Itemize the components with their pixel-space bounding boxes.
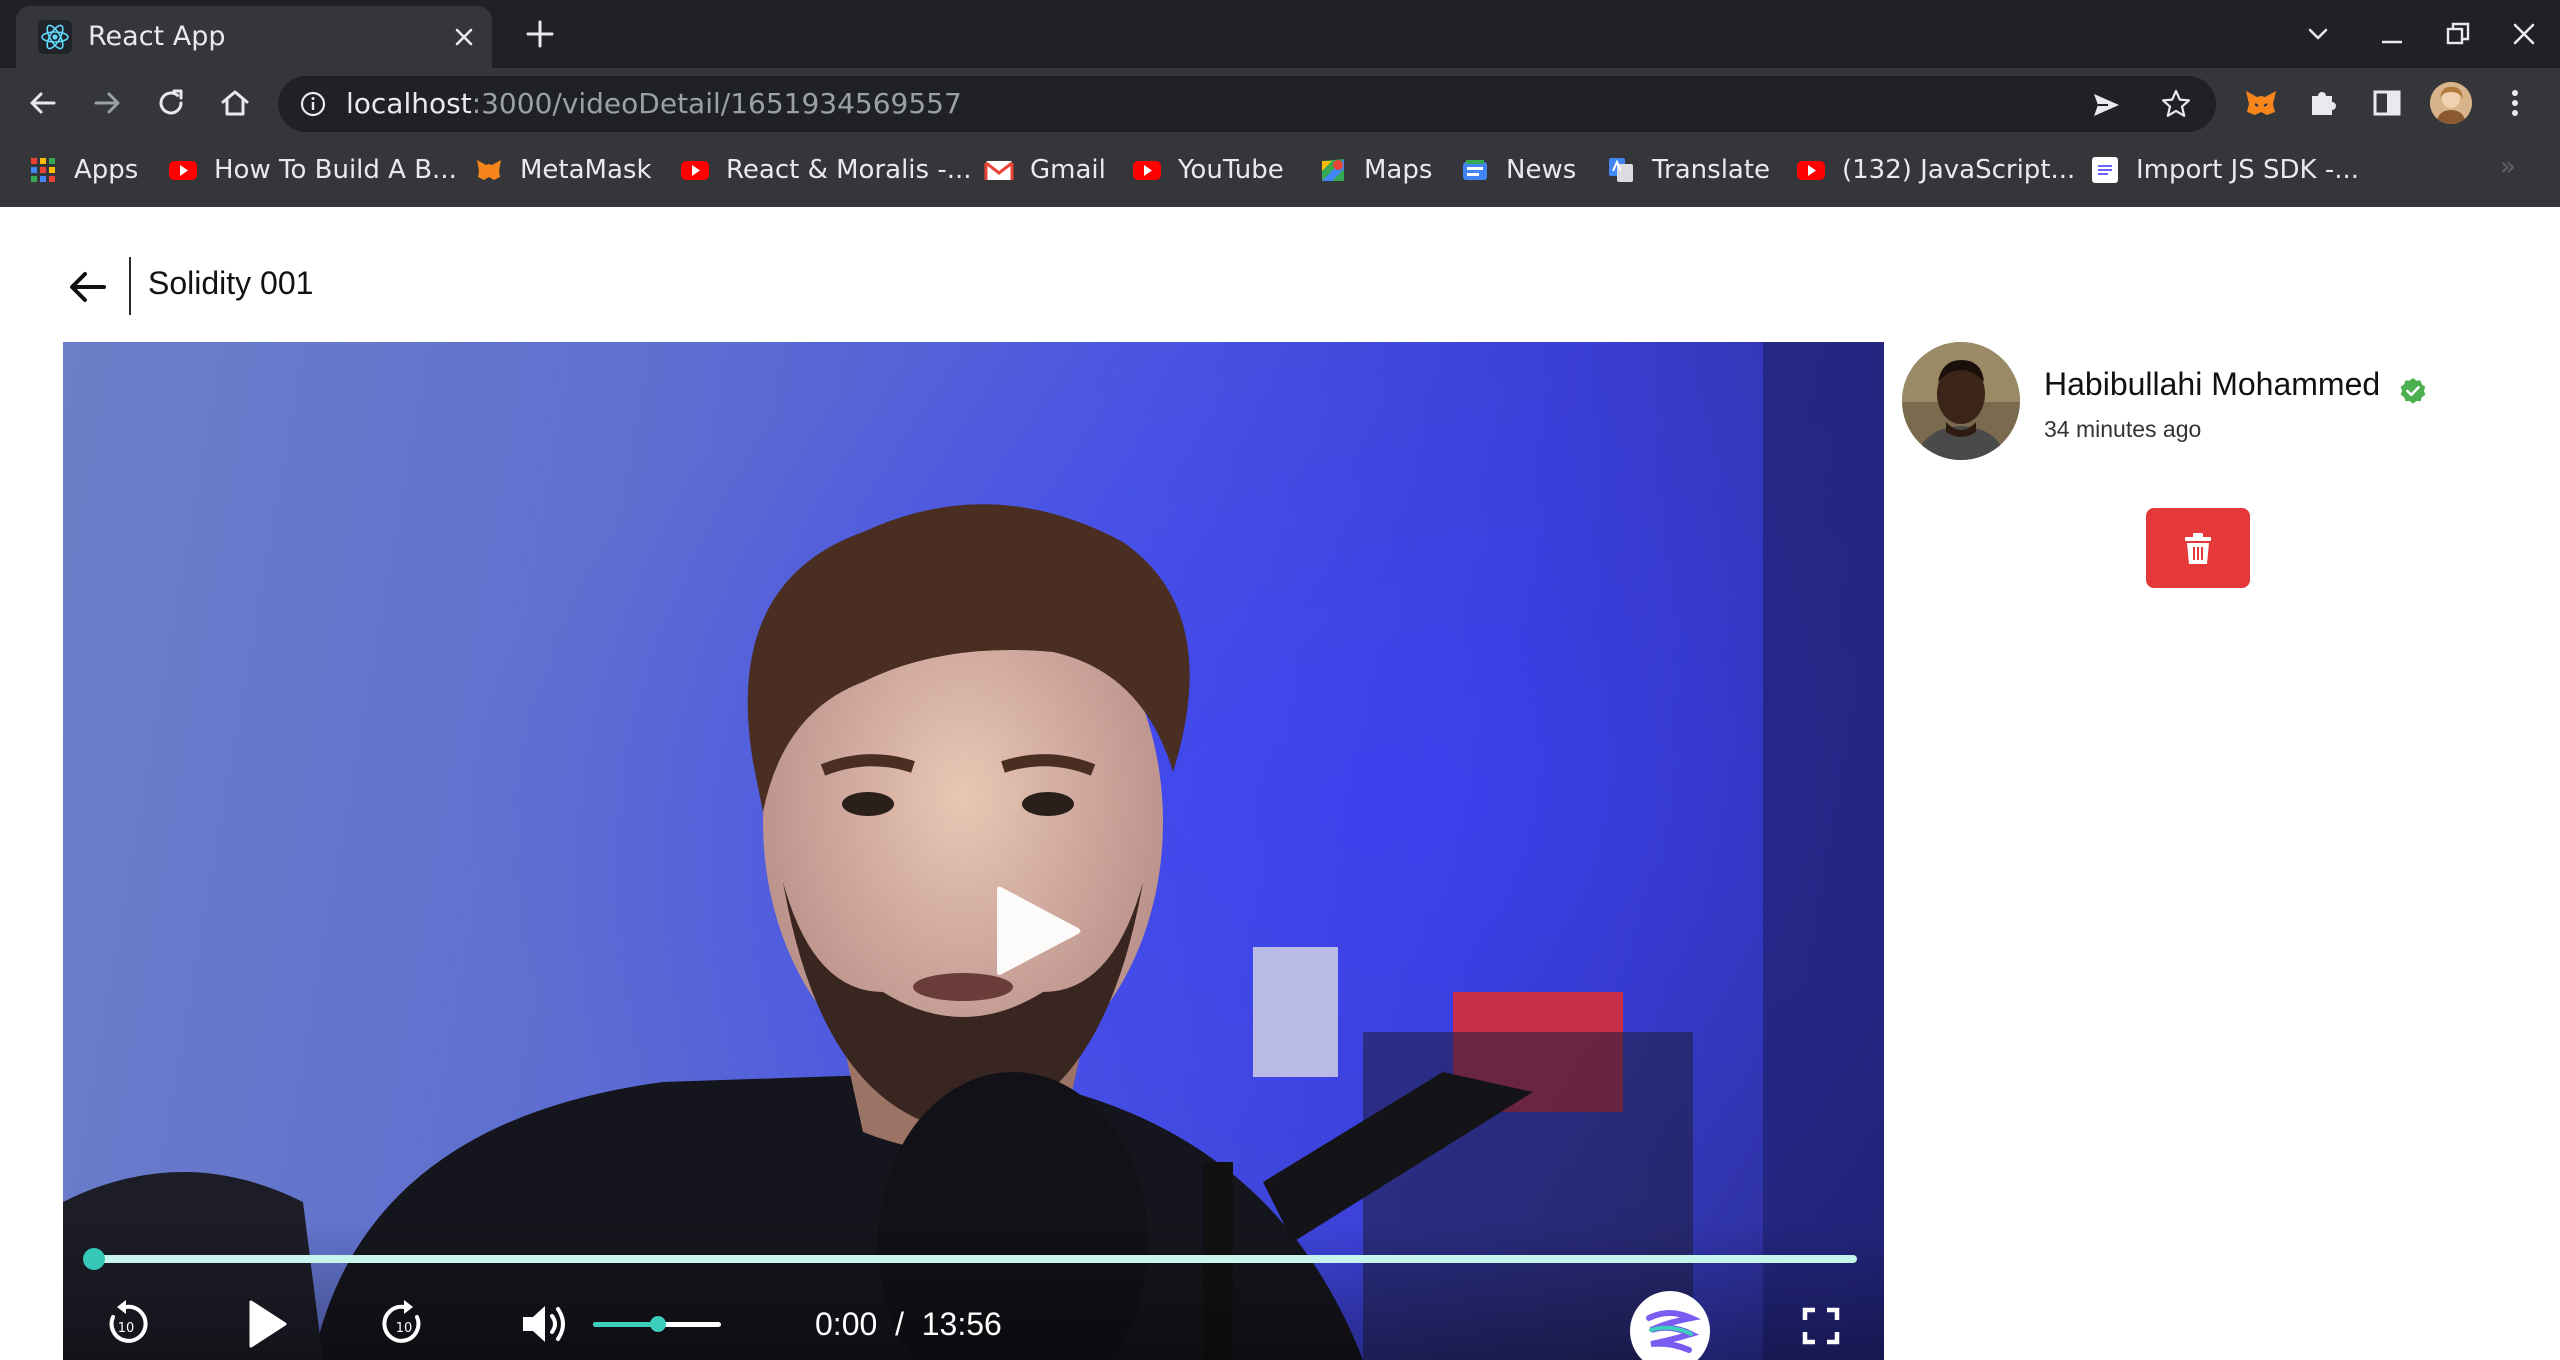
bookmark-label: Translate (1652, 155, 1771, 185)
video-player[interactable]: 10 10 0:00 / 13:56 (63, 342, 1884, 1360)
side-panel-icon[interactable] (2366, 82, 2408, 124)
bookmark-metamask[interactable]: MetaMask (474, 148, 652, 192)
profile-avatar-icon[interactable] (2430, 82, 2472, 124)
channel-sidebar: Habibullahi Mohammed 34 minutes ago (1902, 342, 2502, 642)
url-path: :3000/videoDetail/1651934569557 (471, 87, 962, 120)
bookmark-javascript[interactable]: (132) JavaScript... (1796, 148, 2075, 192)
bookmark-star-icon[interactable] (2160, 88, 2192, 120)
fullscreen-icon[interactable] (1799, 1304, 1843, 1348)
site-info-icon[interactable] (298, 89, 328, 119)
minimize-icon[interactable] (2372, 14, 2412, 54)
bookmark-apps[interactable]: Apps (28, 148, 138, 192)
gmail-icon (984, 161, 1014, 180)
extensions-puzzle-icon[interactable] (2302, 82, 2344, 124)
youtube-icon (681, 161, 709, 180)
translate-icon (1609, 158, 1633, 182)
browser-chrome: React App localhost:3000/videoDetail/165… (0, 0, 2560, 207)
play-overlay-icon[interactable] (983, 877, 1091, 985)
bookmark-label: How To Build A B... (214, 155, 457, 185)
channel-name[interactable]: Habibullahi Mohammed (2044, 364, 2380, 404)
video-thumbnail (63, 342, 1884, 1360)
tab-title: React App (88, 21, 226, 52)
url-host: localhost (346, 87, 472, 120)
video-detail-page: Solidity 001 10 10 0:00 / 13:56 Habibull… (0, 207, 2560, 1360)
progress-bar[interactable] (95, 1255, 1857, 1263)
youtube-icon (1133, 161, 1161, 180)
react-icon (38, 20, 72, 54)
news-icon (1463, 160, 1487, 180)
kebab-menu-icon[interactable] (2494, 82, 2536, 124)
bookmark-label: Maps (1364, 155, 1433, 185)
tab-strip: React App (0, 0, 2560, 68)
volume-fill (593, 1322, 657, 1327)
svg-text:10: 10 (396, 1321, 413, 1336)
bookmark-maps[interactable]: Maps (1318, 148, 1432, 192)
back-arrow-icon[interactable] (64, 263, 112, 311)
play-icon[interactable] (239, 1297, 293, 1351)
bookmark-label: Apps (74, 155, 139, 185)
youtube-icon (169, 161, 197, 180)
home-icon[interactable] (214, 82, 256, 124)
player-controls: 10 10 0:00 / 13:56 (63, 1222, 1884, 1360)
rewind-10-icon[interactable]: 10 (99, 1297, 153, 1351)
bookmark-translate[interactable]: Translate (1606, 148, 1770, 192)
posted-time: 34 minutes ago (2044, 416, 2202, 442)
video-title: Solidity 001 (148, 265, 314, 301)
channel-avatar[interactable] (1902, 342, 2020, 460)
bookmark-how-to-build[interactable]: How To Build A B... (168, 148, 457, 192)
bookmarks-overflow-button[interactable]: » (2500, 152, 2516, 182)
time-display: 0:00 / 13:56 (815, 1304, 1002, 1344)
livepeer-logo-icon (1630, 1291, 1710, 1360)
metamask-icon (477, 160, 501, 180)
send-icon[interactable] (2090, 89, 2122, 121)
bookmark-youtube[interactable]: YouTube (1132, 148, 1284, 192)
bookmarks-bar: Apps How To Build A B... MetaMask React … (0, 138, 2560, 207)
forward-10-icon[interactable]: 10 (377, 1297, 431, 1351)
bookmark-react-moralis[interactable]: React & Moralis -... (680, 148, 972, 192)
bookmark-label: MetaMask (520, 155, 652, 185)
verified-badge-icon (2400, 378, 2426, 404)
bookmark-news[interactable]: News (1460, 148, 1576, 192)
url-text[interactable]: localhost:3000/videoDetail/1651934569557 (346, 86, 962, 122)
duration: 13:56 (921, 1306, 1002, 1342)
metamask-extension-icon[interactable] (2240, 82, 2282, 124)
progress-handle[interactable] (83, 1248, 105, 1270)
back-arrow-icon[interactable] (22, 82, 64, 124)
address-bar[interactable]: localhost:3000/videoDetail/1651934569557 (278, 76, 2216, 132)
youtube-icon (1797, 161, 1825, 180)
browser-toolbar: localhost:3000/videoDetail/1651934569557 (0, 68, 2560, 138)
maps-icon (1322, 159, 1344, 181)
trash-icon (2185, 533, 2211, 564)
volume-icon[interactable] (517, 1297, 571, 1351)
chevron-down-icon[interactable] (2298, 14, 2338, 54)
bookmark-gmail[interactable]: Gmail (984, 148, 1106, 192)
bookmark-label: Gmail (1030, 155, 1106, 185)
reload-icon[interactable] (150, 82, 192, 124)
window-close-icon[interactable] (2504, 14, 2544, 54)
bookmark-label: Import JS SDK -... (2136, 155, 2360, 185)
svg-text:10: 10 (118, 1321, 135, 1336)
title-divider (129, 257, 131, 315)
apps-grid-icon (31, 158, 55, 182)
forward-arrow-icon[interactable] (86, 82, 128, 124)
new-tab-icon[interactable] (520, 16, 560, 52)
bookmark-label: React & Moralis -... (726, 155, 972, 185)
current-time: 0:00 (815, 1306, 878, 1342)
delete-video-button[interactable] (2146, 508, 2250, 588)
doc-icon (2092, 157, 2118, 183)
bookmark-label: News (1506, 155, 1577, 185)
time-separator: / (895, 1306, 904, 1342)
restore-icon[interactable] (2438, 14, 2478, 54)
volume-handle[interactable] (650, 1316, 666, 1332)
tab-react-app[interactable]: React App (16, 6, 492, 68)
bookmark-import-js-sdk[interactable]: Import JS SDK -... (2090, 148, 2359, 192)
bookmark-label: YouTube (1178, 155, 1284, 185)
bookmark-label: (132) JavaScript... (1842, 155, 2076, 185)
tab-close-icon[interactable] (450, 23, 478, 51)
